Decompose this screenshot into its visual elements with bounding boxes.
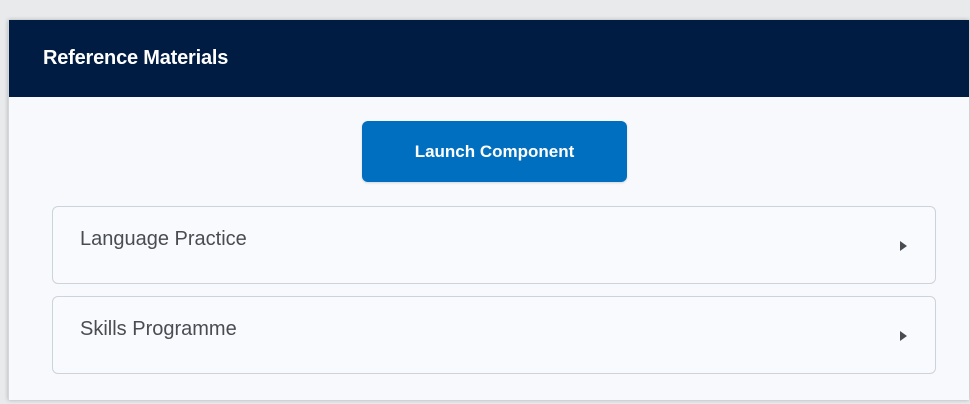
accordion-item-language-practice[interactable]: Language Practice [52, 206, 936, 284]
launch-component-button[interactable]: Launch Component [362, 121, 627, 182]
accordion-item-label: Skills Programme [80, 317, 237, 340]
widget-title: Reference Materials [43, 47, 229, 69]
caret-right-icon [900, 241, 907, 251]
accordion-item-skills-programme[interactable]: Skills Programme [52, 296, 936, 374]
accordion-item-label: Language Practice [80, 227, 247, 250]
page-frame: Reference Materials Launch Component Lan… [0, 0, 970, 404]
widget-header: Reference Materials [9, 20, 969, 97]
widget-body: Launch Component Language Practice Skill… [9, 97, 969, 400]
reference-materials-widget: Reference Materials Launch Component Lan… [8, 20, 969, 400]
caret-right-icon [900, 331, 907, 341]
